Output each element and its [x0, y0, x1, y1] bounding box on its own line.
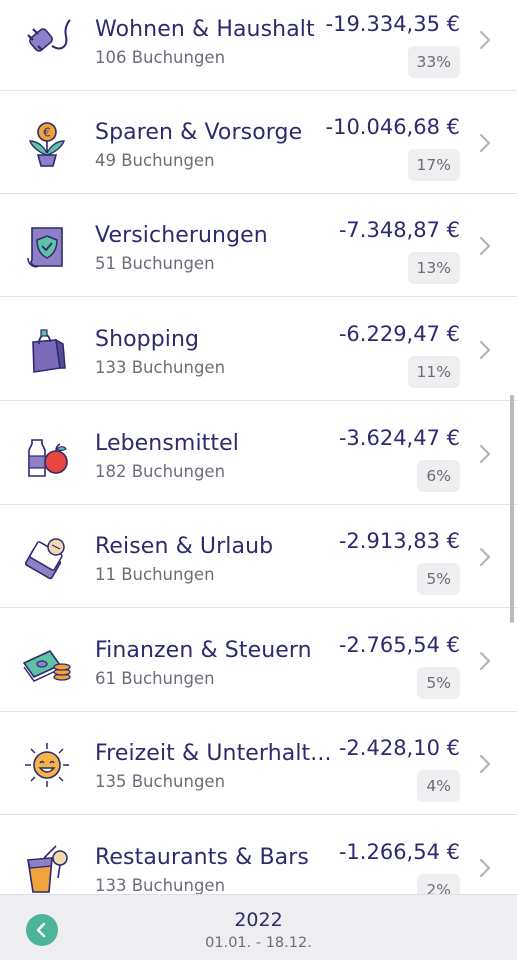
category-name: Reisen & Urlaub [95, 534, 274, 559]
svg-text:€: € [43, 126, 51, 140]
booking-count: 61 Buchungen [95, 669, 215, 688]
chevron-right-icon [479, 858, 491, 878]
booking-count: 133 Buchungen [95, 358, 226, 377]
category-row-freizeit-unterhaltung[interactable]: Freizeit & Unterhalt... 135 Buchungen -2… [0, 712, 517, 815]
percent-badge: 6% [417, 460, 460, 492]
category-amount: -2.913,83 € [338, 529, 460, 553]
chevron-right-icon [479, 547, 491, 567]
category-name: Restaurants & Bars [95, 845, 309, 870]
category-row-finanzen-steuern[interactable]: Finanzen & Steuern 61 Buchungen -2.765,5… [0, 609, 517, 712]
sun-face-icon [25, 743, 69, 787]
percent-badge: 5% [417, 667, 460, 699]
travel-ticket-icon [24, 538, 65, 580]
category-amount: -19.334,35 € [325, 12, 461, 36]
category-name: Shopping [95, 327, 200, 352]
booking-count: 11 Buchungen [95, 565, 215, 584]
booking-count: 106 Buchungen [95, 48, 226, 67]
chevron-right-icon [479, 340, 491, 360]
percent-badge: 13% [407, 252, 460, 284]
period-footer: 2022 01.01. - 18.12. [0, 894, 517, 960]
category-row-restaurants-bars[interactable]: Restaurants & Bars 133 Buchungen -1.266,… [0, 816, 517, 894]
category-name: Wohnen & Haushalt [95, 17, 315, 42]
category-row-shopping[interactable]: Shopping 133 Buchungen -6.229,47 € 11% [0, 298, 517, 401]
percent-badge: 17% [407, 149, 460, 181]
chevron-right-icon [479, 444, 491, 464]
money-coins-icon [22, 649, 71, 682]
category-row-lebensmittel[interactable]: Lebensmittel 182 Buchungen -3.624,47 € 6… [0, 402, 517, 505]
chevron-right-icon [479, 236, 491, 256]
category-amount: -3.624,47 € [338, 426, 460, 450]
period-range: 01.01. - 18.12. [205, 935, 312, 951]
category-row-sparen-vorsorge[interactable]: € Sparen & Vorsorge 49 Buchungen -10.046… [0, 91, 517, 194]
percent-badge: 11% [407, 356, 460, 388]
category-row-wohnen-haushalt[interactable]: Wohnen & Haushalt 106 Buchungen -19.334,… [0, 0, 517, 91]
category-amount: -1.266,54 € [338, 840, 460, 864]
chevron-right-icon [479, 754, 491, 774]
drink-food-icon [27, 845, 68, 893]
category-row-reisen-urlaub[interactable]: Reisen & Urlaub 11 Buchungen -2.913,83 €… [0, 505, 517, 608]
insurance-shield-icon [27, 227, 63, 268]
booking-count: 51 Buchungen [95, 254, 215, 273]
booking-count: 133 Buchungen [95, 876, 226, 894]
groceries-icon [28, 439, 68, 477]
category-name: Sparen & Vorsorge [95, 120, 303, 145]
category-list[interactable]: Wohnen & Haushalt 106 Buchungen -19.334,… [0, 0, 517, 894]
euro-plant-icon: € [29, 122, 65, 167]
booking-count: 135 Buchungen [95, 772, 226, 791]
percent-badge: 4% [417, 770, 460, 802]
category-amount: -6.229,47 € [338, 322, 460, 346]
percent-badge: 5% [417, 563, 460, 595]
category-amount: -10.046,68 € [325, 115, 461, 139]
chevron-right-icon [479, 30, 491, 50]
category-row-versicherungen[interactable]: Versicherungen 51 Buchungen -7.348,87 € … [0, 194, 517, 297]
shopping-bag-icon [32, 329, 66, 373]
scrollbar[interactable] [510, 395, 514, 623]
category-name: Freizeit & Unterhalt... [95, 741, 332, 766]
category-name: Lebensmittel [95, 431, 239, 456]
category-name: Versicherungen [95, 223, 268, 248]
booking-count: 49 Buchungen [95, 151, 215, 170]
chevron-right-icon [479, 133, 491, 153]
period-year[interactable]: 2022 [0, 909, 517, 931]
plug-icon [27, 19, 71, 52]
category-amount: -2.428,10 € [338, 736, 460, 760]
booking-count: 182 Buchungen [95, 462, 226, 481]
percent-badge: 33% [407, 46, 460, 78]
percent-badge: 2% [417, 874, 460, 894]
category-amount: -2.765,54 € [338, 633, 460, 657]
category-amount: -7.348,87 € [338, 218, 460, 242]
category-name: Finanzen & Steuern [95, 638, 312, 663]
chevron-right-icon [479, 651, 491, 671]
